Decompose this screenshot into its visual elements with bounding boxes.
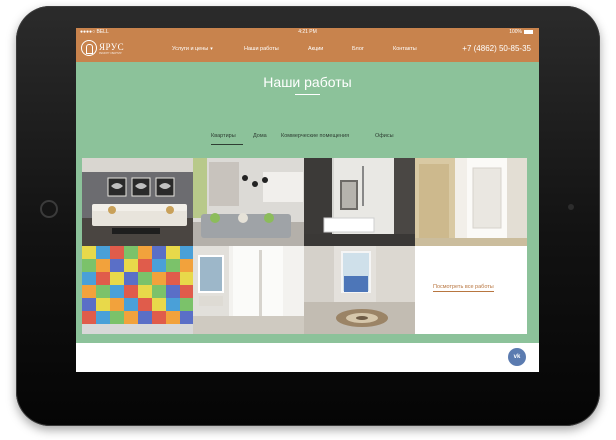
section-title: Наши работы xyxy=(263,74,352,90)
tab-apartments[interactable]: Квартиры xyxy=(211,133,236,143)
corridor-image xyxy=(415,158,527,246)
work-photo-bathroom[interactable] xyxy=(304,158,415,246)
vk-icon[interactable]: vk xyxy=(508,348,526,366)
screen: ●●●●○ BELL 4:21 PM 100% ЯРУС РЕМОНТ КВАР… xyxy=(76,28,539,372)
battery-indicator: 100% xyxy=(509,28,533,36)
nav-our-works[interactable]: Наши работы xyxy=(244,36,279,62)
living-room-image xyxy=(82,158,193,246)
renovation-image xyxy=(304,246,415,334)
work-photo-mosaic[interactable] xyxy=(82,246,193,334)
tab-offices[interactable]: Офисы xyxy=(375,133,394,143)
view-all-link[interactable]: Посмотреть все работы xyxy=(433,284,494,292)
bathroom-image xyxy=(304,158,415,246)
site-header: ЯРУС РЕМОНТ КВАРТИР Услуги и цены Наши р… xyxy=(76,36,539,62)
mosaic-image xyxy=(82,246,193,334)
logo-name: ЯРУС xyxy=(99,42,125,52)
logo-mark-icon xyxy=(81,40,97,56)
battery-label: 100% xyxy=(509,29,522,35)
tab-houses[interactable]: Дома xyxy=(253,133,267,143)
nav-contacts[interactable]: Контакты xyxy=(393,36,417,62)
nav-promotions[interactable]: Акции xyxy=(308,36,323,62)
phone-number[interactable]: +7 (4862) 50-85-35 xyxy=(462,36,531,62)
lounge-image xyxy=(193,158,304,246)
works-section: Наши работы Квартиры Дома Коммерческие п… xyxy=(76,62,539,343)
camera-icon xyxy=(568,204,574,210)
battery-icon xyxy=(524,29,533,34)
work-photo-corridor[interactable] xyxy=(415,158,527,246)
logo-tagline: РЕМОНТ КВАРТИР xyxy=(99,52,122,55)
active-tab-underline xyxy=(211,144,243,145)
work-photo-living-room[interactable] xyxy=(82,158,193,246)
view-all-tile: Посмотреть все работы xyxy=(415,246,527,334)
work-photo-empty-room[interactable] xyxy=(193,246,304,334)
clock: 4:21 PM xyxy=(298,29,317,35)
work-photo-lounge[interactable] xyxy=(193,158,304,246)
title-divider xyxy=(295,94,320,95)
tab-commercial[interactable]: Коммерческие помещения xyxy=(281,133,349,143)
home-button[interactable] xyxy=(40,200,58,218)
status-bar: ●●●●○ BELL 4:21 PM 100% xyxy=(76,28,539,36)
work-photo-renovation[interactable] xyxy=(304,246,415,334)
logo[interactable]: ЯРУС РЕМОНТ КВАРТИР xyxy=(81,40,125,60)
nav-blog[interactable]: Блог xyxy=(352,36,364,62)
nav-services[interactable]: Услуги и цены xyxy=(172,36,213,62)
works-gallery: Посмотреть все работы xyxy=(82,158,527,334)
empty-room-image xyxy=(193,246,304,334)
